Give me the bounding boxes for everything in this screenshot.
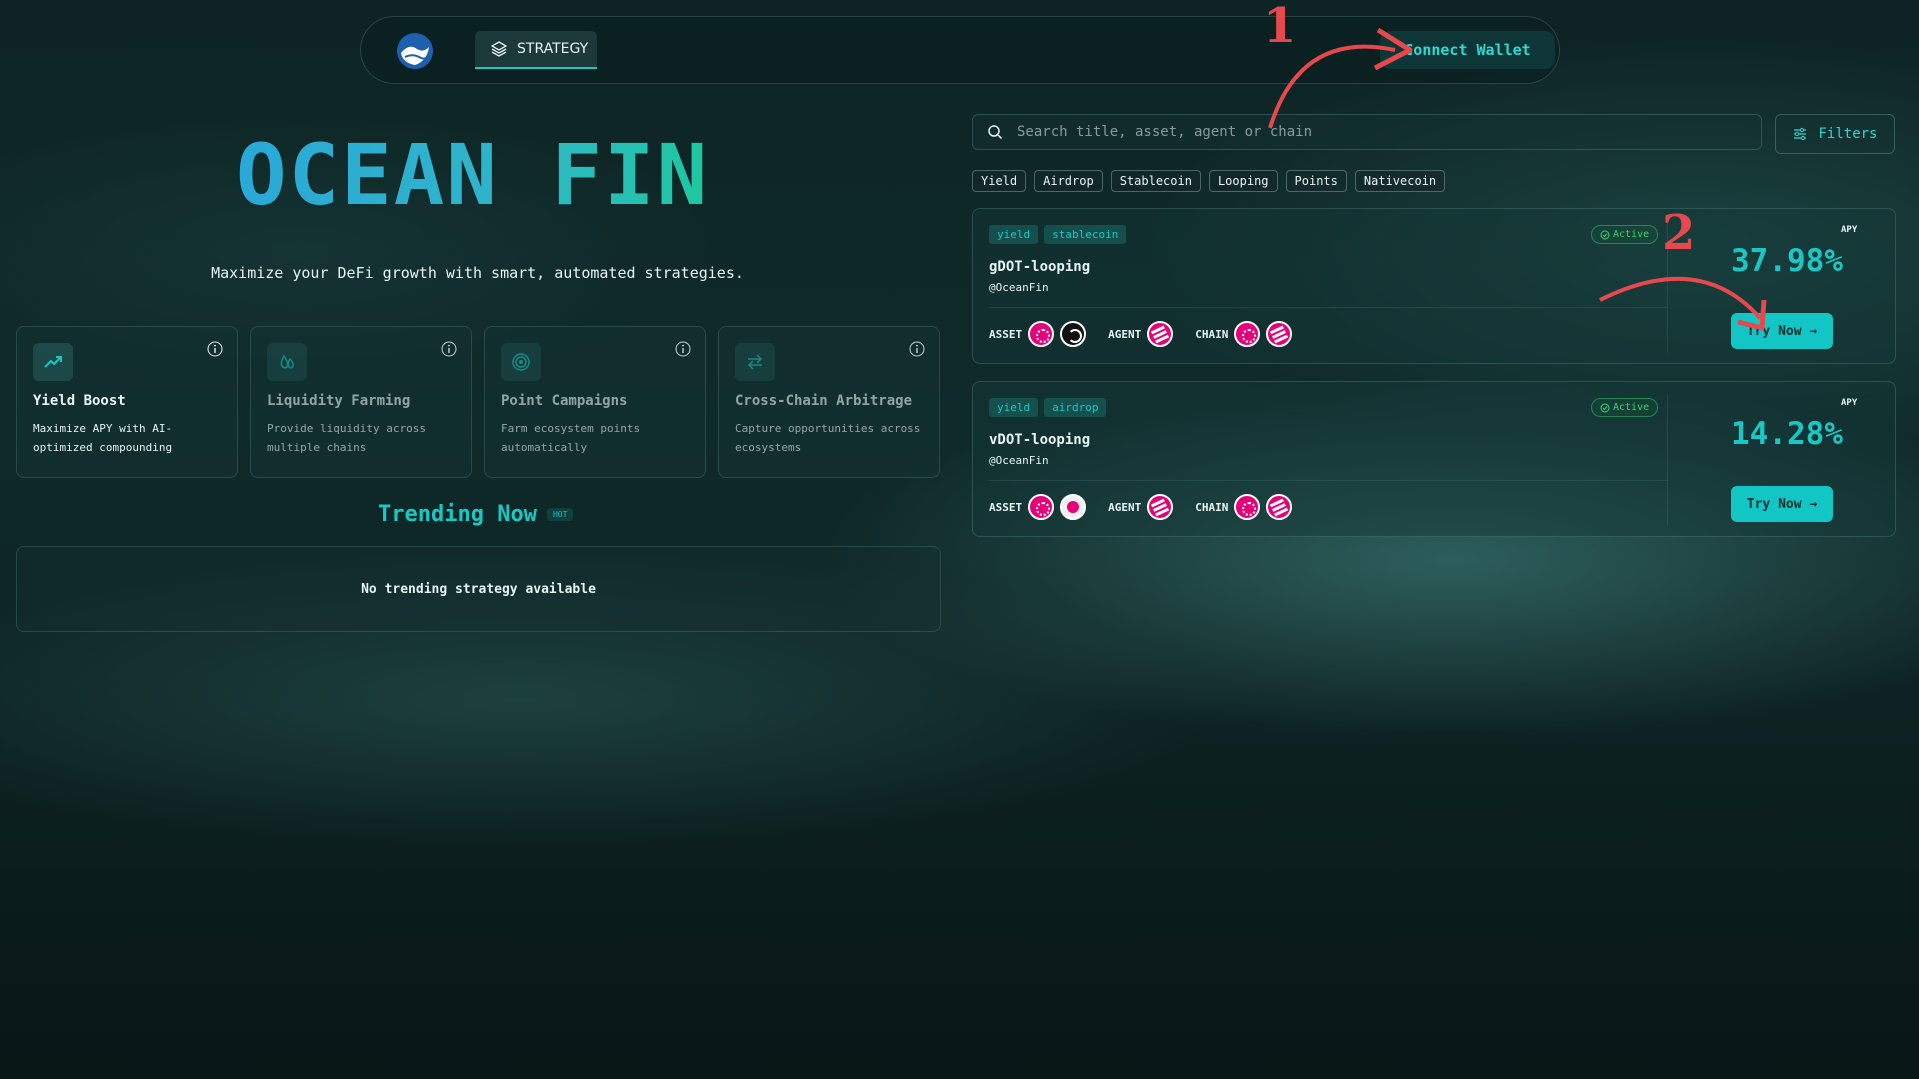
filter-chips: Yield Airdrop Stablecoin Looping Points … — [972, 170, 1446, 192]
chain-logo-icon — [1266, 494, 1293, 520]
info-icon[interactable] — [441, 341, 457, 357]
feature-title: Yield Boost — [33, 393, 126, 409]
try-now-button[interactable]: Try Now → — [1731, 486, 1833, 522]
apy-label: APY — [1841, 398, 1858, 408]
strategy-meta: ASSET AGENT CHAIN — [989, 321, 1304, 347]
polkadot-coin-icon — [1028, 494, 1055, 520]
feature-title: Point Campaigns — [501, 393, 628, 409]
tab-strategy-label: STRATEGY — [517, 41, 589, 57]
hero-title: OCEAN FIN — [236, 138, 709, 214]
feature-description: Farm ecosystem points automatically — [501, 422, 641, 454]
feature-description: Capture opportunities across ecosystems — [735, 422, 921, 454]
strategy-meta: ASSET AGENT CHAIN — [989, 494, 1304, 520]
chip-points[interactable]: Points — [1285, 170, 1347, 192]
divider — [989, 480, 1667, 481]
sliders-icon — [1794, 127, 1807, 141]
strategy-name: gDOT-looping — [989, 259, 1091, 275]
ocean-fin-title-logo: OCEAN FIN — [236, 138, 709, 214]
trend-up-icon — [33, 343, 73, 381]
check-circle-icon — [1600, 403, 1610, 412]
polkadot-chain-icon — [1234, 321, 1261, 347]
agent-logo-icon — [1147, 494, 1174, 520]
agent-logo-icon — [1147, 321, 1174, 347]
vdot-coin-icon — [1060, 494, 1087, 520]
feature-card-yield-boost[interactable]: Yield Boost Maximize APY with AI-optimiz… — [16, 326, 238, 478]
target-icon — [501, 343, 541, 381]
tag: yield — [989, 398, 1039, 417]
divider — [989, 307, 1667, 308]
asset-label: ASSET — [989, 327, 1023, 341]
chain-label: CHAIN — [1195, 500, 1229, 514]
apy-value: 14.28% — [1731, 416, 1843, 452]
info-icon[interactable] — [909, 341, 925, 357]
agent-label: AGENT — [1108, 500, 1142, 514]
tag: stablecoin — [1044, 225, 1127, 244]
tab-strategy[interactable]: STRATEGY — [475, 31, 597, 69]
trending-title: Trending Now — [378, 502, 537, 527]
status-text: Active — [1613, 229, 1650, 240]
chain-logo-icon — [1266, 321, 1293, 347]
strategy-card-vdot-looping[interactable]: yield airdrop Active vDOT-looping @Ocean… — [972, 381, 1896, 537]
search-input[interactable] — [1015, 123, 1715, 141]
filters-button[interactable]: Filters — [1775, 114, 1895, 154]
chip-yield[interactable]: Yield — [972, 170, 1027, 192]
agent-label: AGENT — [1108, 327, 1142, 341]
chip-looping[interactable]: Looping — [1208, 170, 1278, 192]
hero-subtitle: Maximize your DeFi growth with smart, au… — [211, 264, 744, 282]
apy-label: APY — [1841, 225, 1858, 235]
chip-nativecoin[interactable]: Nativecoin — [1354, 170, 1446, 192]
top-nav: STRATEGY Connect Wallet — [360, 16, 1560, 84]
feature-card-liquidity-farming[interactable]: Liquidity Farming Provide liquidity acro… — [250, 326, 472, 478]
feature-card-point-campaigns[interactable]: Point Campaigns Farm ecosystem points au… — [484, 326, 706, 478]
chip-stablecoin[interactable]: Stablecoin — [1110, 170, 1201, 192]
drops-icon — [267, 343, 307, 381]
chip-airdrop[interactable]: Airdrop — [1034, 170, 1103, 192]
search-bar — [972, 114, 1762, 150]
try-now-button[interactable]: Try Now → — [1731, 313, 1833, 349]
status-badge: Active — [1591, 398, 1659, 417]
check-circle-icon — [1600, 230, 1610, 239]
trending-empty-state: No trending strategy available — [16, 546, 941, 632]
polkadot-chain-icon — [1234, 494, 1261, 520]
info-icon[interactable] — [675, 341, 691, 357]
divider — [1667, 394, 1668, 526]
tag: airdrop — [1044, 398, 1107, 417]
asset-label: ASSET — [989, 500, 1023, 514]
feature-card-cross-chain-arbitrage[interactable]: Cross-Chain Arbitrage Capture opportunit… — [718, 326, 940, 478]
swap-icon — [735, 343, 775, 381]
annotation-number-2: 2 — [1662, 205, 1696, 261]
filters-label: Filters — [1818, 126, 1878, 142]
connect-wallet-button[interactable]: Connect Wallet — [1380, 31, 1555, 69]
ocean-logo-icon[interactable] — [395, 31, 435, 71]
chain-label: CHAIN — [1195, 327, 1229, 341]
strategy-tags: yield airdrop — [989, 398, 1107, 417]
feature-title: Liquidity Farming — [267, 393, 411, 409]
strategy-tags: yield stablecoin — [989, 225, 1127, 244]
apy-value: 37.98% — [1731, 243, 1843, 279]
gdot-coin-icon — [1060, 321, 1087, 347]
trending-empty-text: No trending strategy available — [361, 581, 596, 597]
strategy-author: @OceanFin — [989, 281, 1049, 294]
polkadot-coin-icon — [1028, 321, 1055, 347]
feature-description: Provide liquidity across multiple chains — [267, 422, 426, 454]
search-icon — [988, 125, 1003, 140]
trending-header: Trending Now HOT — [378, 502, 574, 527]
annotation-number-1: 1 — [1263, 0, 1297, 54]
tag: yield — [989, 225, 1039, 244]
strategy-author: @OceanFin — [989, 454, 1049, 467]
layers-icon — [491, 41, 507, 57]
feature-description: Maximize APY with AI-optimized compoundi… — [33, 422, 173, 454]
status-badge: Active — [1591, 225, 1659, 244]
strategy-name: vDOT-looping — [989, 432, 1091, 448]
feature-title: Cross-Chain Arbitrage — [735, 393, 913, 409]
info-icon[interactable] — [207, 341, 223, 357]
status-text: Active — [1613, 402, 1650, 413]
strategy-card-gdot-looping[interactable]: yield stablecoin Active gDOT-looping @Oc… — [972, 208, 1896, 364]
hot-badge: HOT — [546, 508, 574, 521]
